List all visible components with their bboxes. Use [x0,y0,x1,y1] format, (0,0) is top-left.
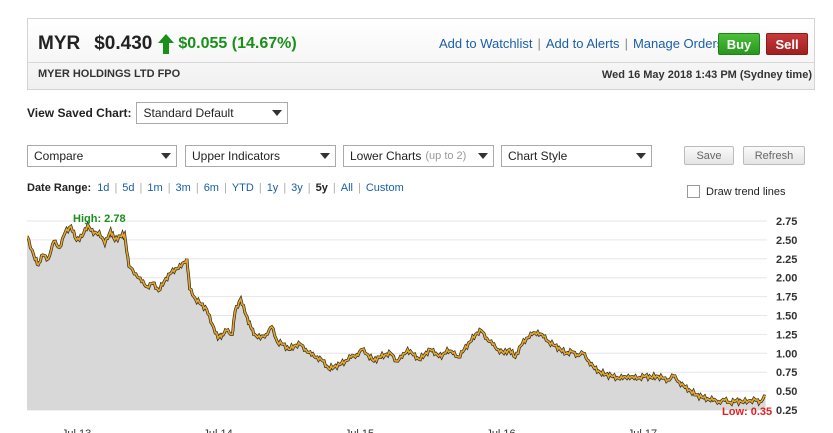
date-range-ytd[interactable]: YTD [232,182,254,194]
quote-row: MYR $0.430 $0.055 (14.67%) [38,32,297,56]
buy-button[interactable]: Buy [718,33,760,55]
range-separator: | [167,182,171,194]
range-separator: | [195,182,199,194]
saved-chart-select[interactable]: Standard Default [136,102,289,124]
chevron-down-icon [636,153,646,159]
x-tick-label: Jul 14 [203,428,232,433]
header-links: Add to Watchlist | Add to Alerts | Manag… [439,36,723,51]
upper-indicators-label: Upper Indicators [192,149,281,163]
trend-lines-label: Draw trend lines [706,185,786,198]
price-change: $0.055 (14.67%) [178,35,297,52]
save-button[interactable]: Save [684,146,734,165]
range-separator: | [283,182,287,194]
date-range-3m[interactable]: 3m [176,182,191,194]
upper-indicators-select[interactable]: Upper Indicators [185,145,336,167]
date-range-label: Date Range: [27,182,92,194]
x-tick-label: Jul 17 [628,428,657,433]
range-separator: | [223,182,227,194]
quote-datetime: Wed 16 May 2018 1:43 PM (Sydney time) [601,69,812,81]
chart-style-select[interactable]: Chart Style [501,145,652,167]
x-axis-ticks: Jul 13 Jul 14 Jul 15 Jul 16 Jul 17 [62,428,657,433]
lower-charts-hint: (up to 2) [425,150,467,162]
range-separator: | [307,182,311,194]
y-tick-label: 1.00 [776,348,797,360]
chevron-down-icon [161,153,171,159]
range-separator: | [358,182,361,194]
y-tick-label: 2.00 [776,273,797,285]
x-tick-label: Jul 16 [486,428,515,433]
y-tick-label: 2.25 [776,254,797,266]
price-area [27,224,766,410]
date-range-3y[interactable]: 3y [291,182,303,194]
refresh-button[interactable]: Refresh [743,146,805,165]
manage-orders-link[interactable]: Manage Orders [633,36,723,51]
date-range-5y[interactable]: 5y [316,182,328,194]
header-divider [28,62,814,63]
add-to-watchlist-link[interactable]: Add to Watchlist [439,36,532,51]
saved-chart-row: View Saved Chart: Standard Default [27,102,289,124]
chart-style-label: Chart Style [508,149,568,163]
date-range-6m[interactable]: 6m [204,182,219,194]
x-tick-label: Jul 13 [62,428,91,433]
range-separator: | [139,182,143,194]
y-tick-label: 1.25 [776,329,797,341]
add-to-alerts-link[interactable]: Add to Alerts [546,36,620,51]
compare-label: Compare [34,149,84,163]
date-range-all[interactable]: All [341,182,353,194]
y-tick-label: 2.75 [776,216,797,228]
range-separator: | [114,182,118,194]
range-separator: | [258,182,262,194]
last-price: $0.430 [94,33,153,54]
company-name: MYER HOLDINGS LTD FPO [38,68,181,80]
link-separator: | [624,36,628,51]
y-axis-ticks: 2.75 2.50 2.25 2.00 1.75 1.50 1.25 1.00 0.75 0.50… [776,216,797,417]
lower-charts-select[interactable]: Lower Charts (up to 2) [343,145,494,167]
draw-trend-lines[interactable]: Draw trend lines [687,185,785,198]
date-range-1m[interactable]: 1m [147,182,162,194]
price-chart[interactable]: 2.75 2.50 2.25 2.00 1.75 1.50 1.25 1.00 0.75 0.50… [27,209,817,433]
sell-button[interactable]: Sell [766,33,808,55]
chevron-down-icon [272,110,283,116]
trend-lines-checkbox[interactable] [687,185,700,198]
date-range-custom[interactable]: Custom [366,182,404,194]
saved-chart-label: View Saved Chart: [27,106,132,120]
ticker-symbol: MYR [38,33,81,54]
range-separator: | [332,182,336,194]
y-tick-label: 0.50 [776,386,797,398]
y-tick-label: 0.25 [776,405,797,417]
chevron-down-icon [478,153,488,159]
chevron-down-icon [320,153,330,159]
high-label: High: 2.78 [73,213,126,225]
compare-select[interactable]: Compare [27,145,177,167]
x-tick-label: Jul 15 [345,428,374,433]
y-tick-label: 2.50 [776,235,797,247]
date-range-5d[interactable]: 5d [122,182,134,194]
date-range-1d[interactable]: 1d [97,182,109,194]
y-tick-label: 0.75 [776,367,797,379]
link-separator: | [537,36,541,51]
date-range-bar: Date Range: 1d | 5d | 1m | 3m | 6m | YTD | 1y | 3y | 5y |… [27,182,404,194]
date-range-1y[interactable]: 1y [267,182,279,194]
saved-chart-value: Standard Default [143,106,234,120]
quote-header: MYR $0.430 $0.055 (14.67%) Add to Watchl… [27,18,815,90]
lower-charts-label: Lower Charts [350,149,422,163]
y-tick-label: 1.50 [776,311,797,323]
arrow-up-icon [158,34,175,54]
low-label: Low: 0.35 [722,406,772,418]
y-tick-label: 1.75 [776,292,797,304]
